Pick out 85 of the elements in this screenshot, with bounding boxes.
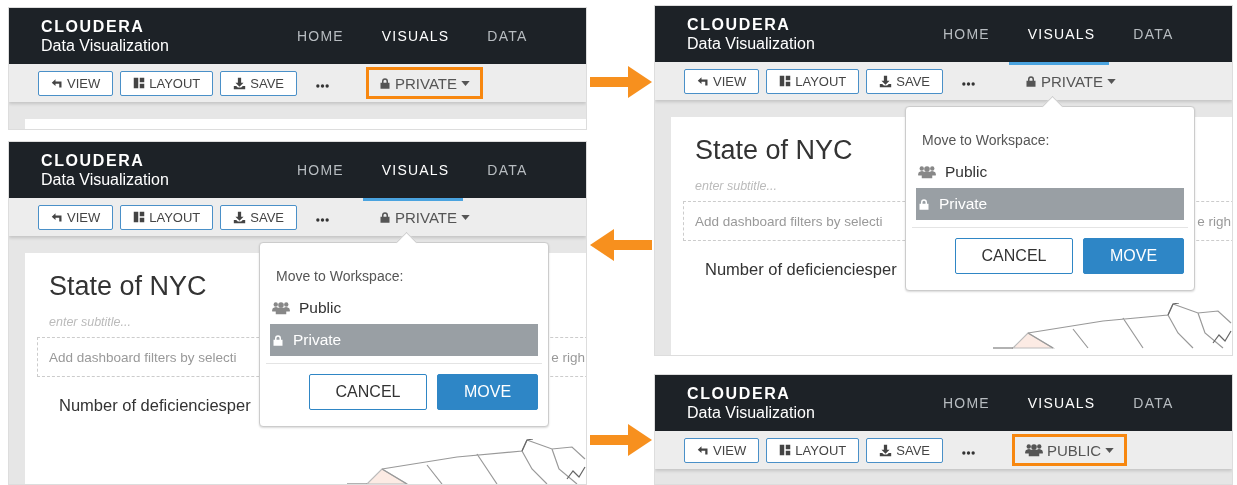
nav-tab[interactable]: VISUALS: [1008, 26, 1115, 42]
toolbar-button[interactable]: LAYOUT: [766, 437, 860, 463]
product-name: Data Visualization: [41, 35, 170, 55]
layout-icon: [779, 444, 792, 456]
lock-icon: [379, 210, 391, 224]
nav-tab[interactable]: VISUALS: [1008, 395, 1115, 411]
toolbar-button[interactable]: LAYOUT: [120, 70, 214, 96]
filter-hint: e righ: [551, 349, 585, 365]
back-arrow-icon: [697, 75, 709, 87]
subtitle-field[interactable]: enter subtitle...: [695, 179, 895, 193]
toolbar-button[interactable]: VIEW: [684, 437, 760, 463]
arrow: [590, 229, 652, 261]
caret-icon: [1107, 78, 1116, 84]
more-icon[interactable]: [316, 84, 329, 88]
nav-tab[interactable]: HOME: [924, 26, 1009, 42]
workspace-dropdown[interactable]: PRIVATE: [366, 201, 483, 233]
nav-tab[interactable]: VISUALS: [362, 28, 469, 44]
filter-hint: Add dashboard filters by selecti: [49, 349, 237, 365]
caret-icon: [461, 80, 470, 86]
layout-icon: [133, 77, 146, 89]
logo: CLOUDERA: [687, 15, 792, 34]
download-icon: [233, 76, 247, 90]
nav-tab[interactable]: DATA: [468, 162, 547, 178]
nav-tab[interactable]: DATA: [1114, 26, 1193, 42]
toolbar-button[interactable]: VIEW: [684, 68, 760, 94]
more-icon[interactable]: [962, 82, 975, 86]
filter-hint: Add dashboard filters by selecti: [695, 213, 883, 229]
logo: CLOUDERA: [41, 17, 146, 36]
toolbar-button[interactable]: VIEW: [38, 204, 114, 230]
lock-icon: [379, 76, 391, 90]
caret-icon: [461, 214, 470, 220]
toolbar-button[interactable]: LAYOUT: [120, 204, 214, 230]
download-icon: [233, 210, 247, 224]
workspace-option[interactable]: Public: [270, 292, 538, 324]
more-icon[interactable]: [962, 451, 975, 455]
toolbar-button[interactable]: SAVE: [220, 70, 297, 96]
logo: CLOUDERA: [687, 384, 792, 403]
cancel-button[interactable]: CANCEL: [309, 374, 427, 410]
back-arrow-icon: [51, 77, 63, 89]
toolbar-button[interactable]: SAVE: [866, 437, 943, 463]
workspace-dropdown[interactable]: PRIVATE: [366, 67, 483, 99]
product-name: Data Visualization: [687, 402, 816, 422]
people-icon: [272, 301, 290, 315]
people-icon: [1025, 443, 1043, 457]
product-name: Data Visualization: [41, 169, 170, 189]
move-button[interactable]: MOVE: [437, 374, 538, 410]
toolbar-button[interactable]: SAVE: [866, 68, 943, 94]
arrow: [590, 66, 652, 98]
nav-tab[interactable]: HOME: [278, 162, 363, 178]
nav-tab[interactable]: VISUALS: [362, 162, 469, 178]
chart-title: Number of deficienciesper: [59, 396, 251, 415]
download-icon: [879, 74, 893, 88]
back-arrow-icon: [697, 444, 709, 456]
logo: CLOUDERA: [41, 151, 146, 170]
toolbar-button[interactable]: VIEW: [38, 70, 114, 96]
nav-tab[interactable]: DATA: [468, 28, 547, 44]
arrow: [590, 424, 652, 456]
dashboard-title: State of NYC: [49, 271, 207, 302]
nav-tab[interactable]: DATA: [1114, 395, 1193, 411]
workspace-option[interactable]: Public: [916, 156, 1184, 188]
more-icon[interactable]: [316, 218, 329, 222]
lock-icon: [1025, 74, 1037, 88]
filter-hint: e righ: [1197, 213, 1231, 229]
move-button[interactable]: MOVE: [1083, 238, 1184, 274]
chart-title: Number of deficienciesper: [705, 260, 897, 279]
nav-tab[interactable]: HOME: [924, 395, 1009, 411]
cancel-button[interactable]: CANCEL: [955, 238, 1073, 274]
product-name: Data Visualization: [687, 33, 816, 53]
back-arrow-icon: [51, 211, 63, 223]
lock-icon: [918, 197, 930, 211]
dashboard-title: State of NYC: [695, 135, 853, 166]
layout-icon: [133, 211, 146, 223]
workspace-dropdown[interactable]: PUBLIC: [1012, 434, 1128, 466]
toolbar-button[interactable]: SAVE: [220, 204, 297, 230]
layout-icon: [779, 75, 792, 87]
download-icon: [879, 443, 893, 457]
popup-heading: Move to Workspace:: [276, 268, 404, 284]
subtitle-field[interactable]: enter subtitle...: [49, 315, 249, 329]
lock-icon: [272, 333, 284, 347]
workspace-dropdown[interactable]: PRIVATE: [1012, 65, 1129, 97]
people-icon: [918, 165, 936, 179]
popup-heading: Move to Workspace:: [922, 132, 1050, 148]
caret-icon: [1105, 447, 1115, 453]
toolbar-button[interactable]: LAYOUT: [766, 68, 860, 94]
nav-tab[interactable]: HOME: [278, 28, 363, 44]
